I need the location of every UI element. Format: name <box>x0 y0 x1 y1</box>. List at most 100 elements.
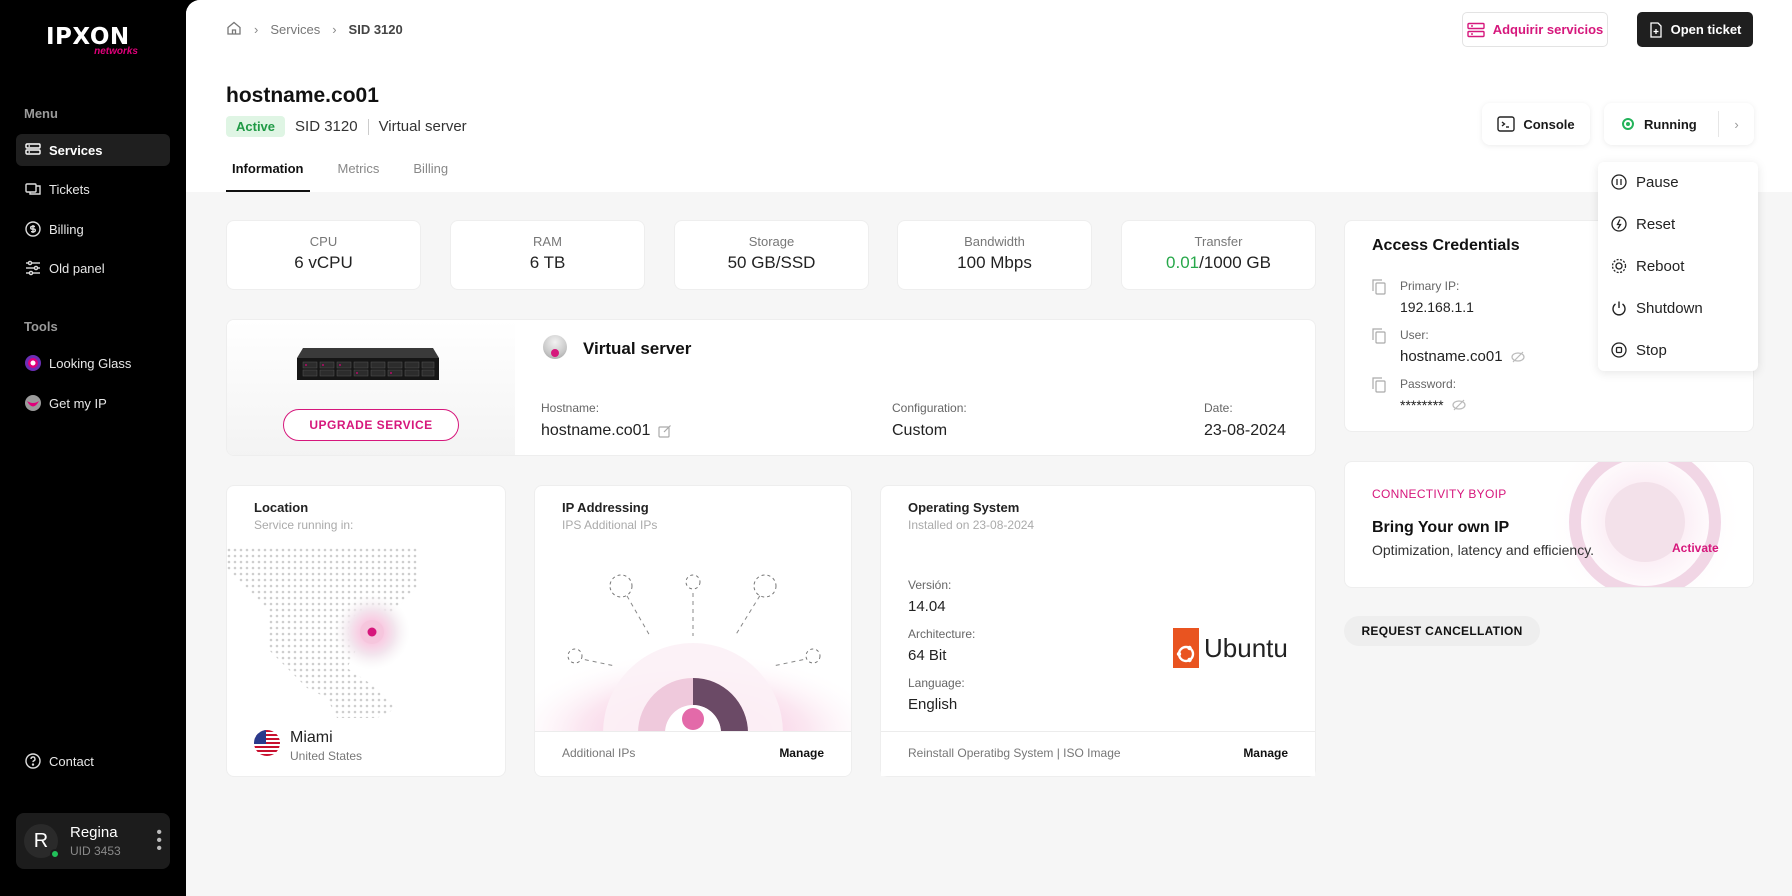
main-content: › Services › SID 3120 Adquirir servicios… <box>186 0 1792 896</box>
home-icon[interactable] <box>226 20 242 39</box>
sidebar-item-billing[interactable]: Billing <box>16 213 170 245</box>
sidebar-item-contact[interactable]: Contact <box>16 745 170 777</box>
byoip-decoration <box>1545 462 1745 587</box>
date-label: Date: <box>1204 401 1233 415</box>
eye-off-icon[interactable] <box>1510 350 1525 364</box>
tab-billing[interactable]: Billing <box>407 146 454 192</box>
user-card[interactable]: R Regina UID 3453 • • • <box>16 813 170 869</box>
menu-heading: Menu <box>24 106 58 121</box>
os-arch-label: Architecture: <box>908 627 976 641</box>
tabs: Information Metrics Billing <box>226 146 476 192</box>
chevron-right-icon[interactable]: › <box>1718 111 1754 137</box>
transfer-used: 0.01 <box>1166 253 1200 272</box>
user-value: hostname.co01 <box>1400 348 1503 365</box>
sidebar-item-services[interactable]: Services <box>16 134 170 166</box>
ip-addressing-card: IP Addressing IPS Additional IPs Additio… <box>534 485 852 777</box>
request-cancellation-button[interactable]: REQUEST CANCELLATION <box>1344 616 1540 646</box>
stat-cpu: CPU 6 vCPU <box>226 220 421 290</box>
stat-transfer: Transfer 0.01/1000 GB <box>1121 220 1316 290</box>
menu-item-label: Reboot <box>1636 257 1685 275</box>
sidebar-item-label: Get my IP <box>49 395 107 411</box>
stat-value: 6 vCPU <box>294 253 353 272</box>
upgrade-service-button[interactable]: UPGRADE SERVICE <box>283 409 459 441</box>
menu-item-stop[interactable]: Stop <box>1598 330 1758 370</box>
console-button[interactable]: Console <box>1482 103 1590 145</box>
stat-value: 0.01/1000 GB <box>1122 253 1315 273</box>
menu-item-shutdown[interactable]: Shutdown <box>1598 288 1758 328</box>
sidebar-item-label: Tickets <box>49 181 90 197</box>
reinstall-os-link[interactable]: Reinstall Operatibg System | ISO Image <box>908 746 1121 760</box>
server-title: Virtual server <box>583 339 692 358</box>
server-visual: UPGRADE SERVICE <box>227 320 515 455</box>
date-value: 23-08-2024 <box>1204 422 1286 439</box>
operating-system-card: Operating System Installed on 23-08-2024… <box>880 485 1316 777</box>
ip-addressing-subtitle: IPS Additional IPs <box>562 518 658 532</box>
os-language-value: English <box>908 696 958 713</box>
server-card: UPGRADE SERVICE Virtual server Hostname:… <box>226 319 1316 456</box>
power-state-button[interactable]: Running › <box>1604 103 1754 145</box>
manage-ips-button[interactable]: Manage <box>779 746 824 760</box>
tickets-icon <box>24 180 42 198</box>
services-icon <box>24 141 42 159</box>
open-ticket-button[interactable]: Open ticket <box>1637 12 1753 47</box>
configuration-label: Configuration: <box>892 401 967 415</box>
running-status-icon <box>1622 118 1634 130</box>
user-uid: UID 3453 <box>70 844 121 858</box>
menu-item-reset[interactable]: Reset <box>1598 204 1758 244</box>
acquire-services-label: Adquirir servicios <box>1492 22 1604 37</box>
breadcrumb-services[interactable]: Services <box>270 22 320 37</box>
stat-ram: RAM 6 TB <box>450 220 645 290</box>
stat-label: Bandwidth <box>964 234 1025 249</box>
reboot-icon <box>1610 257 1628 275</box>
brand-tagline: networks <box>94 46 138 57</box>
user-value-row: hostname.co01 <box>1400 348 1525 365</box>
help-icon <box>24 752 42 770</box>
menu-item-label: Shutdown <box>1636 299 1703 317</box>
services-icon <box>1467 22 1485 37</box>
eye-off-icon[interactable] <box>1451 398 1466 412</box>
menu-item-reboot[interactable]: Reboot <box>1598 246 1758 286</box>
ip-addressing-footer: Additional IPs Manage <box>535 731 851 776</box>
copy-icon[interactable] <box>1372 328 1386 349</box>
os-version-value: 14.04 <box>908 598 946 615</box>
sidebar-item-tickets[interactable]: Tickets <box>16 173 170 205</box>
tab-information[interactable]: Information <box>226 146 310 192</box>
brand-logo[interactable]: IPXON networks <box>46 24 146 58</box>
service-meta: Active SID 3120 Virtual server <box>226 116 467 137</box>
sidebar-item-looking-glass[interactable]: Looking Glass <box>16 347 170 379</box>
acquire-services-button[interactable]: Adquirir servicios <box>1462 12 1608 47</box>
access-title: Access Credentials <box>1372 237 1520 254</box>
edit-icon[interactable] <box>658 424 672 438</box>
hostname-label: Hostname: <box>541 401 600 415</box>
tools-heading: Tools <box>24 319 58 334</box>
sidebar-item-get-my-ip[interactable]: Get my IP <box>16 387 170 419</box>
os-footer: Reinstall Operatibg System | ISO Image M… <box>881 731 1315 776</box>
server-rack-image <box>297 348 439 380</box>
manage-os-button[interactable]: Manage <box>1243 746 1288 760</box>
service-type: Virtual server <box>378 118 467 135</box>
stat-value: 50 GB/SSD <box>727 253 816 272</box>
reset-icon <box>1610 215 1628 233</box>
hostname-value: hostname.co01 <box>541 422 672 440</box>
sidebar-item-old-panel[interactable]: Old panel <box>16 252 170 284</box>
copy-icon[interactable] <box>1372 377 1386 398</box>
file-plus-icon <box>1649 21 1662 38</box>
status-badge: Active <box>226 116 286 137</box>
pause-icon <box>1610 173 1628 191</box>
password-value-row: ******** <box>1400 397 1466 413</box>
stop-icon <box>1610 341 1628 359</box>
configuration-value: Custom <box>892 422 948 439</box>
stat-value: 100 Mbps <box>957 253 1032 272</box>
activate-byoip-button[interactable]: Activate <box>1672 541 1719 555</box>
menu-item-pause[interactable]: Pause <box>1598 162 1758 202</box>
password-value: ******** <box>1400 397 1444 413</box>
more-vertical-icon[interactable]: • • • <box>156 825 162 857</box>
location-title: Location <box>254 500 309 515</box>
online-status-dot <box>50 849 60 859</box>
byoip-eyebrow: CONNECTIVITY BYOIP <box>1372 487 1507 501</box>
tab-metrics[interactable]: Metrics <box>332 146 386 192</box>
location-map <box>227 548 417 718</box>
copy-icon[interactable] <box>1372 279 1386 300</box>
sliders-icon <box>24 259 42 277</box>
topbar: › Services › SID 3120 Adquirir servicios… <box>186 0 1792 58</box>
